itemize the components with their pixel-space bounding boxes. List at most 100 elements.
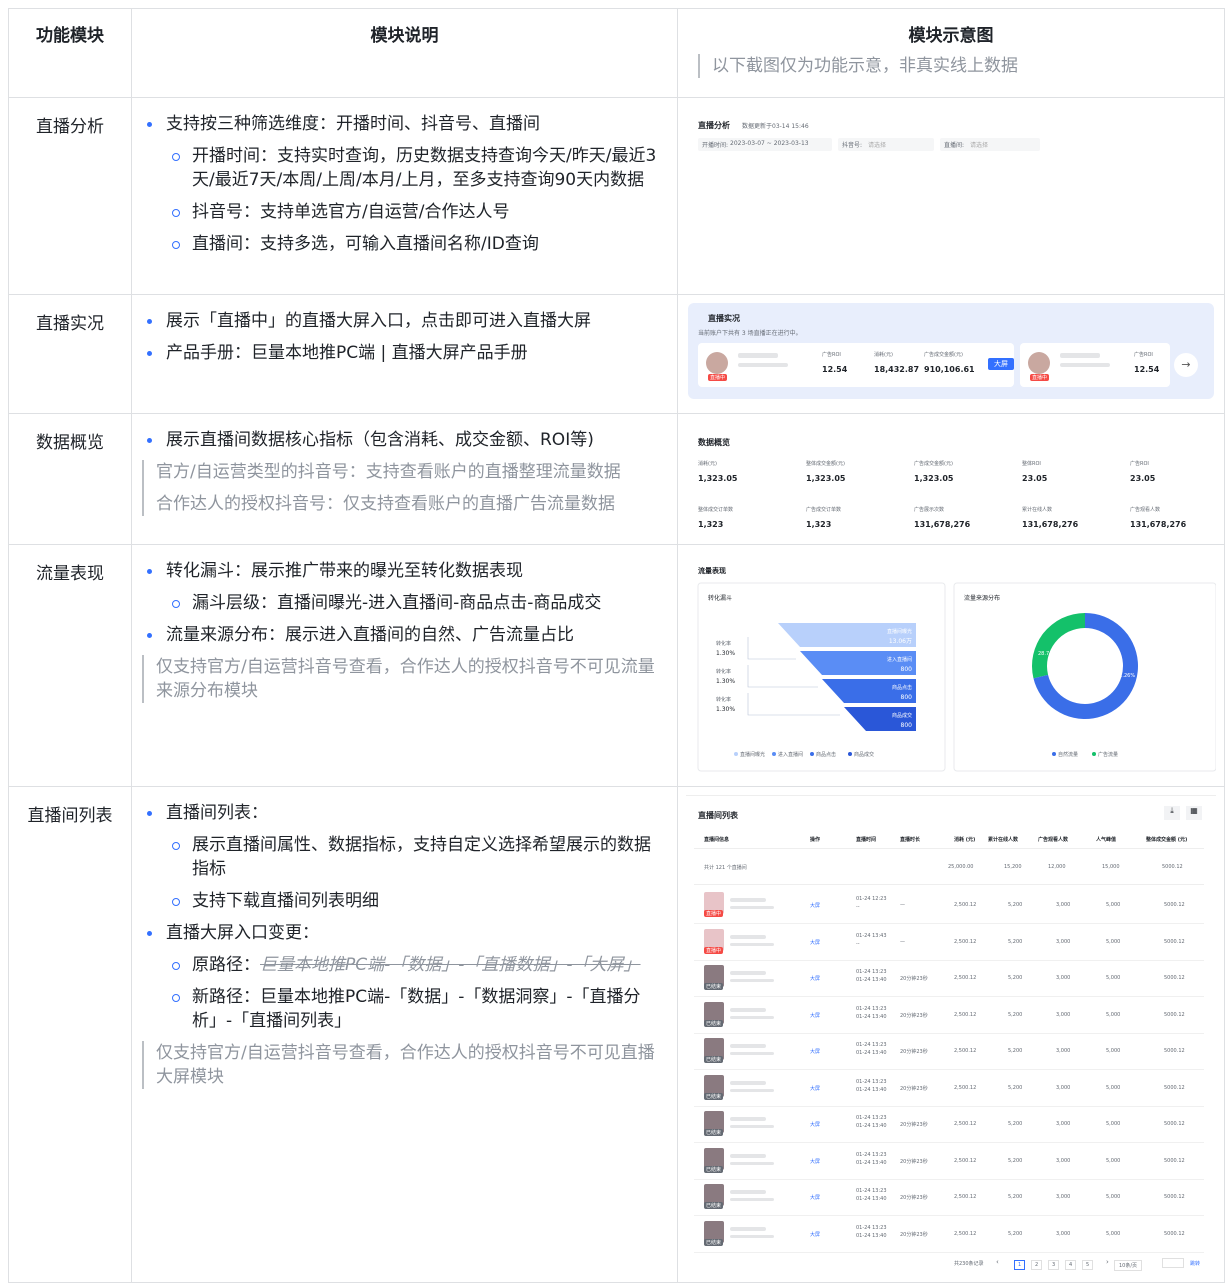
- funnel-layer-value: 800: [901, 694, 913, 701]
- funnel-layer-value: 13.06万: [889, 638, 912, 645]
- bigscreen-button[interactable]: 大屏: [988, 358, 1014, 370]
- legend-dot: [810, 752, 814, 756]
- live-card: 直播中 广告ROI 12.54 消耗(元) 18,432.87 广告成交金额(元…: [698, 343, 1014, 387]
- row-divider: [694, 959, 1204, 961]
- columns-icon[interactable]: ▦: [1186, 806, 1202, 820]
- module-name: 流量表现: [8, 544, 132, 787]
- bigscreen-link[interactable]: 大屏: [810, 975, 820, 982]
- metric-label: 广告观看人数: [1130, 507, 1161, 513]
- goto-input[interactable]: [1162, 1258, 1184, 1268]
- status-tag: 已结束: [704, 1019, 724, 1027]
- blurred-name: [730, 1044, 766, 1048]
- bigscreen-link[interactable]: 大屏: [810, 1231, 820, 1238]
- shot2-sub: 当前账户下共有 3 场直播正在进行中。: [698, 330, 802, 337]
- row-traffic: 流量表现 转化漏斗：展示推广带来的曝光至转化数据表现 漏斗层级：直播间曝光-进入…: [8, 544, 1225, 787]
- bigscreen-link[interactable]: 大屏: [810, 1048, 820, 1055]
- peak-cell: 5,000: [1106, 1121, 1121, 1127]
- page-button[interactable]: 1: [1014, 1260, 1026, 1270]
- status-tag: 直播中: [704, 910, 724, 917]
- bigscreen-link[interactable]: 大屏: [810, 939, 820, 946]
- module-description: 支持按三种筛选维度：开播时间、抖音号、直播间 开播时间：支持实时查询，历史数据支…: [131, 97, 678, 295]
- live-end: 01-24 13:40: [856, 1013, 887, 1020]
- prev-page-icon[interactable]: ‹: [996, 1258, 999, 1266]
- account-filter-placeholder: 请选择: [868, 142, 887, 149]
- account-filter[interactable]: 抖音号: 请选择: [838, 138, 934, 151]
- online-cell: 5,200: [1008, 902, 1023, 908]
- peak-cell: 5,000: [1106, 1011, 1121, 1018]
- bigscreen-link[interactable]: 大屏: [810, 1194, 820, 1201]
- gmv-cell: 5000.12: [1164, 902, 1185, 908]
- shot1-title: 直播分析: [698, 121, 730, 130]
- live-end: 01-24 13:40: [856, 1123, 887, 1129]
- gmv-cell: 5000.12: [1164, 1011, 1185, 1018]
- column-header: 整体成交金额 (元): [1146, 837, 1188, 843]
- metric-value: 23.05: [1130, 474, 1156, 483]
- download-icon[interactable]: ⤓: [1164, 806, 1180, 820]
- gmv-cell: 5000.12: [1164, 1084, 1185, 1091]
- list-item: 展示「直播中」的直播大屏入口，点击即可进入直播大屏: [140, 309, 667, 333]
- roi-label: 广告ROI: [1134, 352, 1153, 358]
- room-filter-label: 直播间:: [944, 142, 965, 149]
- blurred-name: [730, 898, 766, 902]
- cost-cell: 2,500.12: [954, 975, 977, 981]
- status-tag: 已结束: [704, 1238, 724, 1246]
- screenshot-traffic: 流量表现 转化漏斗 流量来源分布 直播间曝光 13.06万 进入直播间 800 商品点击…: [677, 544, 1225, 787]
- status-tag: 已结束: [704, 1165, 724, 1173]
- room-filter[interactable]: 直播间: 请选择: [940, 138, 1040, 151]
- page-button[interactable]: 4: [1065, 1260, 1077, 1270]
- viewers-cell: 3,000: [1056, 1121, 1071, 1127]
- total-value: 15,000: [1102, 864, 1120, 870]
- gmv-cell: 5000.12: [1164, 1121, 1185, 1127]
- gmv-cell: 5000.12: [1164, 1230, 1185, 1237]
- module-name: 直播分析: [8, 97, 132, 295]
- column-header: 广告观看人数: [1038, 837, 1069, 843]
- online-cell: 5,200: [1008, 975, 1023, 981]
- cost-cell: 2,500.12: [954, 902, 977, 908]
- next-page-icon[interactable]: ›: [1106, 1258, 1109, 1266]
- page-button[interactable]: 2: [1031, 1260, 1043, 1270]
- viewers-cell: 3,000: [1056, 1157, 1071, 1164]
- goto-button[interactable]: 跳转: [1190, 1260, 1200, 1267]
- bigscreen-link[interactable]: 大屏: [810, 902, 820, 909]
- live-tag: 直播中: [1030, 374, 1050, 381]
- funnel-card: [697, 582, 946, 772]
- viewers-cell: 3,000: [1056, 938, 1071, 945]
- traffic-chart: 流量表现 转化漏斗 流量来源分布 直播间曝光 13.06万进入直播间 800 商品点击…: [697, 566, 1216, 772]
- live-duration: 20分钟23秒: [900, 976, 928, 982]
- legend-label: 商品点击: [816, 751, 836, 758]
- blurred-id: [730, 1198, 774, 1201]
- bigscreen-link[interactable]: 大屏: [810, 1012, 820, 1019]
- row-divider: [694, 1105, 1204, 1107]
- row-live-status: 直播实况 展示「直播中」的直播大屏入口，点击即可进入直播大屏 产品手册：巨量本地…: [8, 294, 1225, 414]
- cost-cell: 2,500.12: [954, 938, 977, 945]
- rate-value: 1.30%: [716, 650, 735, 657]
- viewers-cell: 3,000: [1056, 1194, 1071, 1200]
- bigscreen-link[interactable]: 大屏: [810, 1121, 820, 1128]
- note-quote: 仅支持官方/自运营抖音号查看，合作达人的授权抖音号不可见直播大屏模块: [142, 1041, 667, 1089]
- source-title: 流量来源分布: [964, 594, 1000, 602]
- status-tag: 已结束: [704, 1202, 724, 1209]
- bigscreen-link[interactable]: 大屏: [810, 1085, 820, 1092]
- feature-table: 功能模块 模块说明 模块示意图 以下截图仅为功能示意，非真实线上数据 直播分析 …: [8, 8, 1225, 1283]
- page-button[interactable]: 3: [1048, 1260, 1060, 1270]
- column-header: 直播时间: [856, 837, 877, 843]
- date-filter[interactable]: 开播时间: 2023-03-07 ~ 2023-03-13: [698, 138, 832, 151]
- shot1-update: 数据更新于03-14 15:46: [742, 123, 809, 130]
- page-size-select[interactable]: 10条/页: [1114, 1260, 1143, 1271]
- live-end: 01-24 13:40: [856, 1196, 887, 1202]
- gmv-cell: 5000.12: [1164, 1157, 1185, 1164]
- gmv-cell: 5000.12: [1164, 938, 1185, 945]
- next-arrow-icon[interactable]: →: [1174, 353, 1198, 377]
- blurred-id: [730, 942, 774, 946]
- bigscreen-link[interactable]: 大屏: [810, 1158, 820, 1165]
- blurred-id: [730, 1088, 774, 1092]
- legend-dot: [772, 752, 776, 756]
- metric-value: 1,323.05: [914, 474, 954, 483]
- blurred-name: [730, 1153, 766, 1158]
- viewers-cell: 3,000: [1056, 975, 1071, 981]
- legend-label: 广告流量: [1098, 751, 1118, 758]
- screenshot-live-list: 直播间列表 ⤓ ▦ 直播间信息 操作 直播时间 直播时长 消耗 (元) 累计在线人数 广告观…: [677, 786, 1225, 1283]
- total-value: 15,200: [1004, 864, 1022, 870]
- page-button[interactable]: 5: [1082, 1260, 1094, 1270]
- blurred-name: [730, 934, 766, 939]
